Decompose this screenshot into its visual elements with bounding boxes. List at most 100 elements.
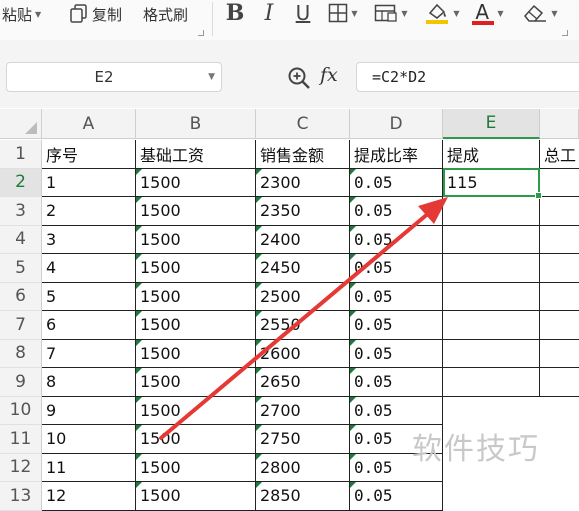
table-cell[interactable]: 1500 [136, 254, 256, 283]
select-all-corner[interactable] [0, 109, 42, 139]
header-cell[interactable]: 提成比率 [350, 140, 443, 169]
italic-button[interactable]: I [259, 0, 279, 26]
table-cell[interactable]: 0.05 [350, 339, 443, 368]
table-cell[interactable] [443, 339, 540, 368]
header-cell[interactable]: 总工 [540, 140, 579, 169]
table-cell[interactable]: 3 [42, 225, 136, 254]
column-header-c[interactable]: C [256, 109, 350, 139]
table-cell[interactable] [540, 368, 579, 397]
table-cell[interactable]: 6 [42, 311, 136, 340]
table-cell[interactable] [540, 254, 579, 283]
table-cell[interactable]: 2750 [256, 425, 350, 454]
table-cell[interactable]: 2450 [256, 254, 350, 283]
table-cell[interactable] [540, 340, 579, 368]
header-cell[interactable]: 序号 [42, 140, 136, 169]
table-cell[interactable] [443, 397, 540, 426]
zoom-search-icon[interactable] [287, 66, 311, 90]
table-cell[interactable]: 10 [42, 425, 136, 454]
formula-input[interactable]: =C2*D2 [356, 62, 579, 92]
table-cell[interactable]: 0.05 [350, 396, 443, 425]
font-color-button[interactable]: A ▼ [468, 0, 508, 26]
table-cell[interactable]: 11 [42, 453, 136, 482]
table-cell[interactable]: 1500 [136, 282, 256, 311]
table-cell[interactable]: 0.05 [350, 254, 443, 283]
row-header-4[interactable]: 4 [0, 225, 42, 254]
borders-button[interactable]: ▼ [326, 0, 360, 26]
clear-button[interactable]: ▼ [518, 0, 562, 26]
table-cell[interactable]: 0.05 [350, 225, 443, 254]
table-cell[interactable]: 2550 [256, 311, 350, 340]
table-cell[interactable] [540, 311, 579, 340]
borders-dropdown-icon[interactable]: ▼ [351, 9, 357, 18]
table-cell[interactable]: 7 [42, 339, 136, 368]
name-box-dropdown-icon[interactable]: ▼ [208, 72, 215, 82]
table-cell[interactable] [443, 311, 540, 340]
table-cell[interactable]: 1500 [136, 453, 256, 482]
table-cell[interactable]: 4 [42, 254, 136, 283]
paste-dropdown-icon[interactable]: ▼ [35, 10, 41, 19]
table-cell[interactable]: 0.05 [350, 368, 443, 397]
table-cell[interactable]: 2600 [256, 339, 350, 368]
table-cell[interactable]: 1 [42, 168, 136, 197]
clipboard-group-expander[interactable] [198, 30, 204, 36]
fill-color-dropdown-icon[interactable]: ▼ [453, 9, 459, 18]
row-header-11[interactable]: 11 [0, 425, 42, 454]
clear-dropdown-icon[interactable]: ▼ [551, 9, 557, 18]
table-cell[interactable] [443, 482, 540, 511]
table-cell[interactable] [540, 197, 579, 226]
table-cell[interactable]: 2500 [256, 282, 350, 311]
header-cell[interactable]: 销售金额 [256, 140, 350, 169]
cell-style-button[interactable]: ▼ [371, 0, 411, 26]
row-header-1[interactable]: 1 [0, 140, 42, 169]
table-cell[interactable]: 0.05 [350, 282, 443, 311]
underline-button[interactable]: U [292, 0, 314, 26]
bold-button[interactable]: B [224, 0, 246, 26]
header-cell[interactable]: 提成 [443, 140, 540, 169]
table-cell[interactable]: 2800 [256, 453, 350, 482]
copy-button[interactable]: 复制 [70, 3, 122, 25]
table-cell[interactable]: 0.05 [350, 482, 443, 511]
table-cell[interactable] [540, 169, 579, 197]
table-cell[interactable]: 2 [42, 197, 136, 226]
table-cell[interactable]: 5 [42, 282, 136, 311]
row-header-13[interactable]: 13 [0, 482, 42, 511]
table-cell[interactable]: 1500 [136, 339, 256, 368]
column-header-f[interactable] [540, 109, 579, 139]
table-cell[interactable]: 0.05 [350, 197, 443, 226]
table-cell[interactable] [443, 197, 540, 226]
column-header-d[interactable]: D [350, 109, 443, 139]
table-cell[interactable]: 1500 [136, 225, 256, 254]
table-cell[interactable]: 8 [42, 368, 136, 397]
table-cell[interactable]: 2350 [256, 197, 350, 226]
row-header-6[interactable]: 6 [0, 282, 42, 311]
table-cell[interactable]: 1500 [136, 425, 256, 454]
column-header-b[interactable]: B [136, 109, 256, 139]
name-box[interactable]: E2 ▼ [6, 62, 222, 92]
row-header-10[interactable]: 10 [0, 396, 42, 425]
font-group-expander[interactable] [562, 30, 568, 36]
column-header-e[interactable]: E [443, 109, 540, 139]
table-cell[interactable]: 1500 [136, 368, 256, 397]
table-cell[interactable]: 1500 [136, 311, 256, 340]
table-cell[interactable]: 1500 [136, 482, 256, 511]
table-cell[interactable]: 0.05 [350, 311, 443, 340]
table-cell[interactable]: 2700 [256, 396, 350, 425]
table-cell[interactable] [443, 282, 540, 311]
paste-button[interactable]: 粘贴 ▼ [2, 3, 41, 25]
cell-style-dropdown-icon[interactable]: ▼ [401, 9, 407, 18]
row-header-2[interactable]: 2 [0, 168, 42, 197]
font-color-dropdown-icon[interactable]: ▼ [497, 9, 503, 18]
table-cell[interactable] [443, 225, 540, 254]
table-cell[interactable]: 1500 [136, 168, 256, 197]
table-cell[interactable] [443, 254, 540, 283]
table-cell[interactable]: 9 [42, 396, 136, 425]
column-header-a[interactable]: A [42, 109, 136, 139]
row-header-9[interactable]: 9 [0, 368, 42, 397]
table-cell[interactable]: 115 [443, 168, 540, 197]
table-cell[interactable]: 2650 [256, 368, 350, 397]
insert-function-fx-icon[interactable]: fx [320, 64, 338, 86]
header-cell[interactable]: 基础工资 [136, 140, 256, 169]
row-header-3[interactable]: 3 [0, 197, 42, 226]
row-header-7[interactable]: 7 [0, 311, 42, 340]
table-cell[interactable]: 2400 [256, 225, 350, 254]
